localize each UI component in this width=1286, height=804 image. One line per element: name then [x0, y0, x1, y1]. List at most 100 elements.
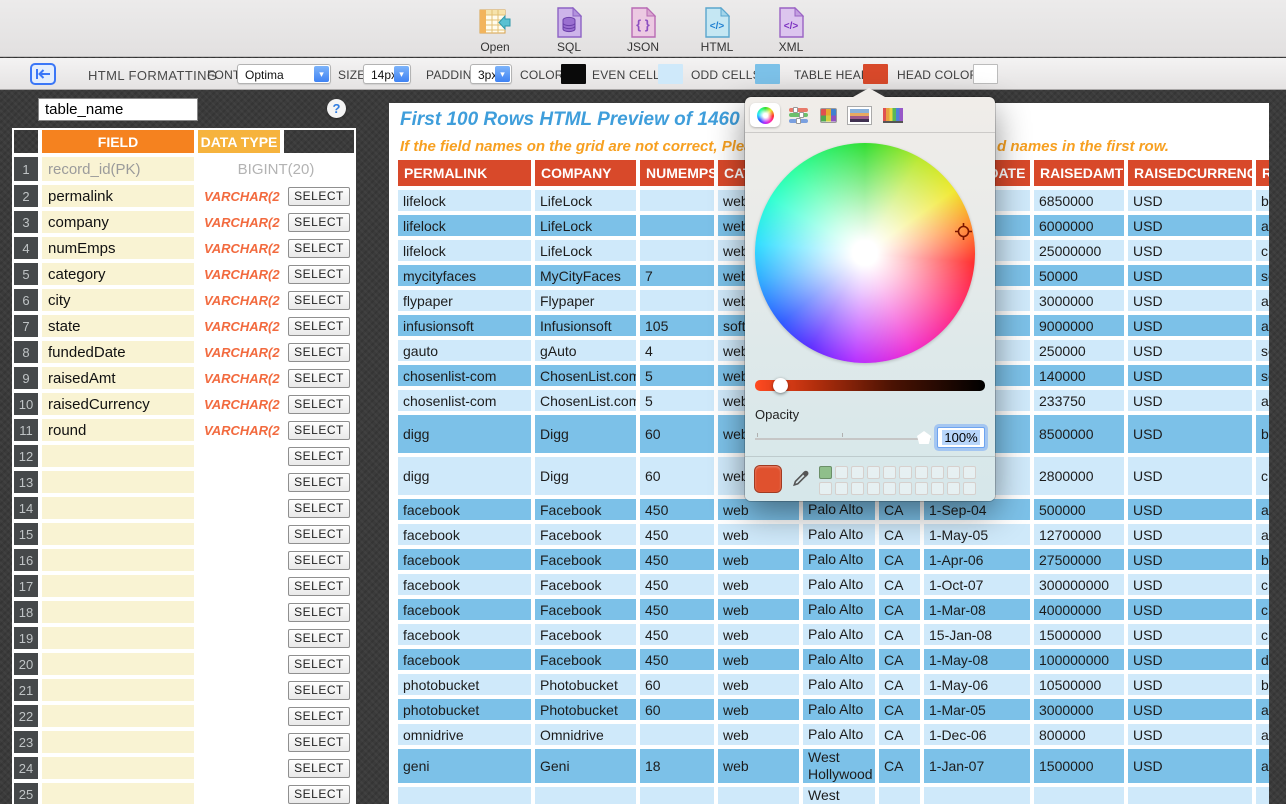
select-type-button[interactable]: SELECT [288, 551, 350, 570]
empty-swatch[interactable] [835, 482, 848, 495]
field-name-cell[interactable] [40, 521, 196, 547]
color-palettes-tab[interactable] [816, 103, 840, 127]
data-type-cell[interactable] [196, 729, 282, 755]
data-type-cell[interactable]: VARCHAR(255) [196, 339, 282, 365]
select-type-button[interactable]: SELECT [288, 187, 350, 206]
color-crosshair[interactable] [955, 223, 972, 240]
empty-swatch[interactable] [851, 466, 864, 479]
data-type-cell[interactable]: VARCHAR(255) [196, 313, 282, 339]
select-type-button[interactable]: SELECT [288, 317, 350, 336]
opacity-slider[interactable] [755, 438, 931, 440]
empty-swatch[interactable] [899, 466, 912, 479]
select-type-button[interactable]: SELECT [288, 707, 350, 726]
empty-swatch[interactable] [931, 482, 944, 495]
field-name-cell[interactable]: company [40, 209, 196, 235]
empty-swatch[interactable] [931, 466, 944, 479]
current-color-swatch[interactable] [754, 465, 782, 493]
empty-swatch[interactable] [947, 482, 960, 495]
empty-swatch[interactable] [963, 466, 976, 479]
select-type-button[interactable]: SELECT [288, 759, 350, 778]
toolbar-button-html[interactable]: </> HTML [694, 6, 740, 54]
field-name-cell[interactable]: raisedCurrency [40, 391, 196, 417]
opacity-slider-thumb[interactable] [917, 431, 931, 444]
select-type-button[interactable]: SELECT [288, 421, 350, 440]
data-type-cell[interactable]: VARCHAR(255) [196, 417, 282, 443]
saved-color-swatch[interactable] [819, 466, 832, 479]
empty-swatch[interactable] [867, 482, 880, 495]
size-select[interactable]: 14px ▾ [363, 64, 411, 84]
select-type-button[interactable]: SELECT [288, 499, 350, 518]
field-name-cell[interactable]: category [40, 261, 196, 287]
select-type-button[interactable]: SELECT [288, 655, 350, 674]
eyedropper-icon[interactable] [791, 468, 811, 493]
empty-swatch[interactable] [835, 466, 848, 479]
brightness-slider[interactable] [755, 380, 985, 391]
empty-swatch[interactable] [899, 482, 912, 495]
data-type-cell[interactable]: VARCHAR(255) [196, 365, 282, 391]
select-type-button[interactable]: SELECT [288, 525, 350, 544]
data-type-cell[interactable] [196, 443, 282, 469]
data-type-cell[interactable] [196, 677, 282, 703]
select-type-button[interactable]: SELECT [288, 265, 350, 284]
help-icon[interactable]: ? [327, 99, 346, 118]
data-type-cell[interactable] [196, 521, 282, 547]
select-type-button[interactable]: SELECT [288, 603, 350, 622]
empty-swatch[interactable] [851, 482, 864, 495]
field-name-cell[interactable] [40, 547, 196, 573]
select-type-button[interactable]: SELECT [288, 343, 350, 362]
field-name-cell[interactable]: record_id(PK) [40, 155, 196, 183]
select-type-button[interactable]: SELECT [288, 447, 350, 466]
data-type-cell[interactable]: VARCHAR(255) [196, 261, 282, 287]
select-type-button[interactable]: SELECT [288, 785, 350, 804]
data-type-cell[interactable] [196, 625, 282, 651]
color-sliders-tab[interactable] [786, 103, 810, 127]
table-name-input[interactable] [38, 98, 198, 121]
select-type-button[interactable]: SELECT [288, 395, 350, 414]
collapse-panel-icon[interactable] [30, 63, 56, 90]
padding-select[interactable]: 3px ▾ [470, 64, 512, 84]
color-wheel-tab[interactable] [750, 103, 780, 127]
data-type-cell[interactable]: VARCHAR(255) [196, 183, 282, 209]
data-type-cell[interactable] [196, 599, 282, 625]
data-type-cell[interactable] [196, 495, 282, 521]
field-name-cell[interactable] [40, 625, 196, 651]
data-type-cell[interactable] [196, 547, 282, 573]
field-name-cell[interactable] [40, 781, 196, 804]
select-type-button[interactable]: SELECT [288, 577, 350, 596]
field-name-cell[interactable] [40, 599, 196, 625]
font-select[interactable]: Optima ▾ [237, 64, 331, 84]
field-name-cell[interactable]: round [40, 417, 196, 443]
table-head-swatch[interactable] [863, 64, 888, 84]
image-palettes-tab[interactable] [844, 103, 874, 127]
data-type-cell[interactable] [196, 755, 282, 781]
empty-swatch[interactable] [819, 482, 832, 495]
text-color-swatch[interactable] [561, 64, 586, 84]
data-type-cell[interactable] [196, 781, 282, 804]
select-type-button[interactable]: SELECT [288, 629, 350, 648]
select-type-button[interactable]: SELECT [288, 291, 350, 310]
field-name-cell[interactable] [40, 651, 196, 677]
toolbar-button-json[interactable]: { } JSON [620, 6, 666, 54]
data-type-cell[interactable]: VARCHAR(255) [196, 391, 282, 417]
empty-swatch[interactable] [915, 466, 928, 479]
field-name-cell[interactable]: fundedDate [40, 339, 196, 365]
toolbar-button-xml[interactable]: </> XML [768, 6, 814, 54]
select-type-button[interactable]: SELECT [288, 681, 350, 700]
select-type-button[interactable]: SELECT [288, 369, 350, 388]
field-name-cell[interactable] [40, 755, 196, 781]
field-name-cell[interactable]: permalink [40, 183, 196, 209]
select-type-button[interactable]: SELECT [288, 473, 350, 492]
field-name-cell[interactable]: numEmps [40, 235, 196, 261]
empty-swatch[interactable] [963, 482, 976, 495]
field-name-cell[interactable] [40, 677, 196, 703]
field-name-cell[interactable] [40, 729, 196, 755]
data-type-cell[interactable]: VARCHAR(255) [196, 287, 282, 313]
toolbar-button-open[interactable]: Open [472, 6, 518, 54]
field-name-cell[interactable] [40, 443, 196, 469]
select-type-button[interactable]: SELECT [288, 733, 350, 752]
brightness-slider-thumb[interactable] [773, 378, 788, 393]
empty-swatch[interactable] [867, 466, 880, 479]
opacity-value-field[interactable]: 100% [937, 427, 985, 448]
empty-swatch[interactable] [883, 466, 896, 479]
field-name-cell[interactable]: raisedAmt [40, 365, 196, 391]
